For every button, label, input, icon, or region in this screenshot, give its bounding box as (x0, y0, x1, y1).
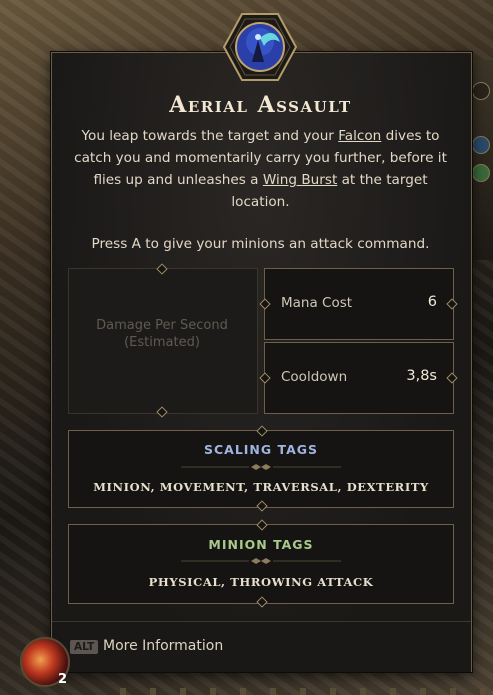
command-hint: Press A to give your minions an attack c… (91, 236, 430, 252)
minion-tags-title: MINION TAGS (208, 537, 314, 552)
wing-burst-link[interactable]: Wing Burst (263, 172, 337, 188)
alt-key-badge: ALT (70, 640, 99, 654)
status-orb-icon (472, 136, 490, 154)
skill-emblem-icon (222, 13, 298, 81)
minion-tags-box: MINION TAGS PHYSICAL, THROWING ATTACK (68, 524, 454, 604)
divider-ornament-icon (181, 464, 341, 470)
more-information-label: More Information (103, 638, 224, 654)
side-hud-strip (471, 60, 493, 260)
divider-ornament-icon (181, 558, 341, 564)
scaling-tags-box: SCALING TAGS MINION, MOVEMENT, TRAVERSAL… (68, 430, 454, 508)
scaling-tags-title: SCALING TAGS (203, 442, 319, 457)
mana-cost-label: Mana Cost (281, 295, 353, 311)
action-bar-edge (120, 688, 493, 695)
scaling-tags-list: MINION, MOVEMENT, TRAVERSAL, DEXTERITY (93, 480, 429, 494)
cooldown-value: 3,8s (406, 368, 437, 384)
minion-tags-list: PHYSICAL, THROWING ATTACK (148, 575, 374, 589)
tooltip-footer: ALT More Information (52, 621, 471, 672)
orb-count: 2 (58, 672, 68, 687)
skill-title: Aerial Assault (169, 92, 352, 118)
status-orb-icon (472, 164, 490, 182)
mana-cost-box: Mana Cost 6 (264, 268, 454, 340)
compass-icon[interactable] (472, 82, 490, 100)
falcon-link[interactable]: Falcon (338, 128, 381, 144)
dps-label: Damage Per Second (Estimated) (96, 318, 228, 350)
skill-description: You leap towards the target and your Fal… (74, 128, 447, 210)
cooldown-label: Cooldown (281, 369, 348, 385)
cooldown-box: Cooldown 3,8s (264, 342, 454, 414)
mana-cost-value: 6 (427, 294, 437, 310)
